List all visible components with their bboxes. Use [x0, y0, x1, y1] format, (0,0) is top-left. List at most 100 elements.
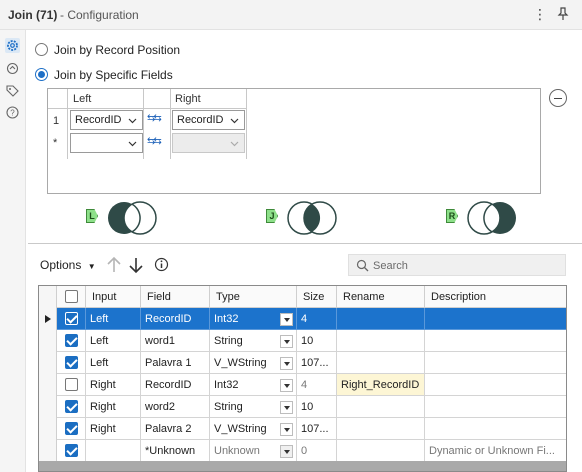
include-checkbox[interactable]: [65, 378, 78, 391]
column-header-description[interactable]: Description: [425, 286, 566, 308]
side-rail: ?: [0, 30, 26, 472]
table-row[interactable]: Right word2 String 10: [57, 396, 566, 418]
type-cell[interactable]: Int32: [210, 374, 297, 396]
table-row[interactable]: Right Palavra 2 V_WString 107...: [57, 418, 566, 440]
size-cell-text: 10: [301, 401, 314, 413]
size-cell-text: 4: [301, 313, 308, 325]
join-by-record-position-label[interactable]: Join by Record Position: [54, 43, 180, 57]
type-cell[interactable]: String: [210, 396, 297, 418]
input-cell: Left: [86, 352, 141, 374]
window-title: Join (71): [8, 8, 58, 22]
move-down-icon[interactable]: [128, 256, 144, 277]
include-checkbox[interactable]: [65, 334, 78, 347]
column-header-type[interactable]: Type: [210, 286, 297, 308]
type-dropdown-button[interactable]: [280, 401, 293, 414]
description-cell[interactable]: [425, 308, 566, 330]
include-cell: [57, 352, 86, 374]
column-header-input[interactable]: Input: [86, 286, 141, 308]
swap-arrows-icon: ⇆⇆: [147, 136, 162, 147]
description-cell[interactable]: Dynamic or Unknown Fi...: [425, 440, 566, 462]
type-dropdown-button[interactable]: [280, 335, 293, 348]
field-cell: RecordID: [141, 308, 210, 330]
table-row[interactable]: Left Palavra 1 V_WString 107...: [57, 352, 566, 374]
description-cell[interactable]: [425, 374, 566, 396]
title-bar: Join (71) - Configuration ⋮: [0, 0, 582, 30]
size-cell[interactable]: 10: [297, 396, 337, 418]
section-divider: [28, 243, 582, 244]
input-cell: Right: [86, 418, 141, 440]
size-cell[interactable]: 0: [297, 440, 337, 462]
include-checkbox[interactable]: [65, 444, 78, 457]
column-header-rename[interactable]: Rename: [337, 286, 425, 308]
type-cell-text: Int32: [214, 379, 239, 391]
rename-cell[interactable]: [337, 308, 425, 330]
right-field-select[interactable]: RecordID: [172, 110, 245, 130]
type-dropdown-button[interactable]: [280, 313, 293, 326]
description-cell[interactable]: [425, 418, 566, 440]
left-anchor-tag: L: [86, 209, 98, 223]
new-left-field-select[interactable]: [70, 133, 143, 153]
description-cell[interactable]: [425, 330, 566, 352]
left-field-select[interactable]: RecordID: [70, 110, 143, 130]
select-all-checkbox[interactable]: [65, 290, 78, 303]
type-cell[interactable]: V_WString: [210, 418, 297, 440]
rename-cell[interactable]: [337, 418, 425, 440]
search-input[interactable]: Search: [348, 254, 566, 276]
svg-text:?: ?: [10, 109, 15, 118]
field-cell: RecordID: [141, 374, 210, 396]
select-all-header[interactable]: [57, 286, 86, 308]
join-by-specific-fields-radio[interactable]: [35, 68, 48, 81]
size-cell[interactable]: 4: [297, 374, 337, 396]
include-checkbox[interactable]: [65, 422, 78, 435]
type-dropdown-button[interactable]: [280, 423, 293, 436]
rename-cell[interactable]: [337, 352, 425, 374]
pin-icon[interactable]: [556, 7, 570, 24]
include-cell: [57, 308, 86, 330]
table-row[interactable]: Right RecordID Int32 4 Right_RecordID: [57, 374, 566, 396]
size-cell[interactable]: 4: [297, 308, 337, 330]
table-row[interactable]: *Unknown Unknown 0 Dynamic or Unknown Fi...: [57, 440, 566, 462]
size-cell[interactable]: 107...: [297, 352, 337, 374]
column-divider: [67, 89, 68, 159]
size-cell-text: 10: [301, 335, 314, 347]
right-header: Right: [175, 93, 201, 105]
description-cell[interactable]: [425, 396, 566, 418]
type-dropdown-button[interactable]: [280, 357, 293, 370]
input-cell: Right: [86, 374, 141, 396]
left-header: Left: [73, 93, 92, 105]
rename-cell[interactable]: [337, 330, 425, 352]
info-icon[interactable]: [154, 257, 169, 275]
column-header-field[interactable]: Field: [141, 286, 210, 308]
join-by-specific-fields-label[interactable]: Join by Specific Fields: [54, 68, 173, 82]
anchor-icon[interactable]: [5, 61, 20, 76]
current-row-indicator: [45, 315, 51, 323]
table-row[interactable]: Left word1 String 10: [57, 330, 566, 352]
input-cell: Left: [86, 308, 141, 330]
rename-cell[interactable]: [337, 440, 425, 462]
column-header-size[interactable]: Size: [297, 286, 337, 308]
size-cell[interactable]: 107...: [297, 418, 337, 440]
type-cell-text: Int32: [214, 313, 239, 325]
size-cell[interactable]: 10: [297, 330, 337, 352]
more-vertical-icon[interactable]: ⋮: [533, 6, 547, 23]
description-cell[interactable]: [425, 352, 566, 374]
rename-cell[interactable]: [337, 396, 425, 418]
type-cell[interactable]: Int32: [210, 308, 297, 330]
include-checkbox[interactable]: [65, 400, 78, 413]
type-cell[interactable]: String: [210, 330, 297, 352]
type-cell[interactable]: Unknown: [210, 440, 297, 462]
type-dropdown-button[interactable]: [280, 379, 293, 392]
tag-icon[interactable]: [5, 83, 20, 98]
gear-icon[interactable]: [5, 38, 20, 53]
rename-cell[interactable]: Right_RecordID: [337, 374, 425, 396]
right-anchor-tag: R: [446, 209, 458, 223]
options-menu[interactable]: Options ▼: [40, 258, 96, 272]
type-cell[interactable]: V_WString: [210, 352, 297, 374]
remove-row-button[interactable]: [549, 89, 567, 107]
help-icon[interactable]: ?: [5, 105, 20, 120]
include-checkbox[interactable]: [65, 312, 78, 325]
type-dropdown-button: [280, 445, 293, 458]
table-row[interactable]: Left RecordID Int32 4: [57, 308, 566, 330]
join-by-record-position-radio[interactable]: [35, 43, 48, 56]
include-checkbox[interactable]: [65, 356, 78, 369]
